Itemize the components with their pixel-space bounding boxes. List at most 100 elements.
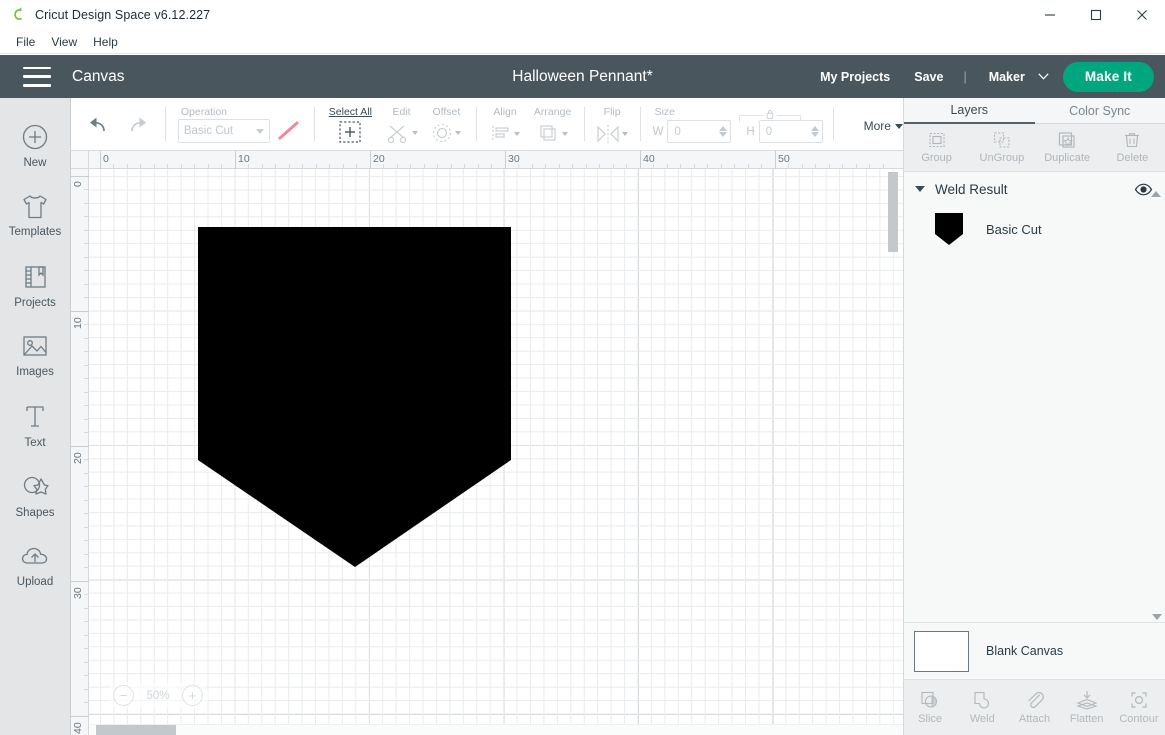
canvas-thumbnail: [914, 630, 969, 672]
align-button[interactable]: Align: [483, 98, 528, 151]
maximize-button[interactable]: [1073, 0, 1119, 30]
arrange-button[interactable]: Arrange: [527, 98, 577, 151]
arrange-icon: [539, 125, 556, 141]
zoom-in-button[interactable]: +: [182, 685, 203, 706]
sidebar-item-label: Images: [16, 365, 54, 378]
sidebar-item-text[interactable]: Text: [0, 390, 70, 460]
height-stepper[interactable]: [810, 126, 819, 137]
nav-canvas-label[interactable]: Canvas: [72, 68, 125, 86]
chevron-down-icon: [411, 131, 418, 135]
attach-button[interactable]: Attach: [1008, 690, 1060, 725]
flip-button[interactable]: Flip: [591, 98, 634, 151]
contour-icon: [1131, 692, 1147, 708]
pennant-shape[interactable]: [198, 227, 513, 569]
more-label: More: [863, 119, 891, 133]
chevron-down-icon: [455, 131, 462, 135]
close-button[interactable]: [1119, 0, 1165, 30]
ruler-h-label: 40: [643, 153, 655, 165]
ruler-v-label: 20: [72, 452, 84, 464]
sidebar-item-new[interactable]: New: [0, 110, 70, 180]
zoom-out-button[interactable]: −: [113, 685, 134, 706]
layer-group-row[interactable]: Weld Result: [904, 172, 1165, 206]
toolbar-divider: [165, 107, 166, 141]
sidebar-item-label: Text: [24, 436, 46, 449]
width-input[interactable]: 0: [667, 120, 732, 143]
line-color-swatch[interactable]: [276, 119, 302, 143]
toolbar-divider: [832, 107, 834, 141]
tab-color-sync[interactable]: Color Sync: [1034, 98, 1165, 124]
undo-arrow-icon[interactable]: [87, 114, 111, 136]
height-input[interactable]: 0: [758, 120, 823, 143]
flatten-button[interactable]: Flatten: [1061, 690, 1113, 725]
canvas-vertical-scrollbar[interactable]: [888, 170, 898, 730]
sidebar-item-templates[interactable]: Templates: [0, 180, 70, 250]
machine-selector-label[interactable]: Maker: [975, 70, 1030, 84]
top-navigation-bar: Canvas Halloween Pennant* My Projects Sa…: [0, 55, 1165, 98]
layers-scrollbar[interactable]: [1151, 174, 1162, 620]
width-stepper[interactable]: [719, 126, 728, 137]
offset-icon: [433, 123, 452, 143]
toolbar-divider: [583, 107, 585, 141]
canvas-area[interactable]: 0 10 20 30 40 50 0 10 20 30 40 − 50% +: [71, 151, 903, 735]
menu-help[interactable]: Help: [85, 33, 126, 51]
window-controls: [1027, 0, 1165, 30]
sidebar-item-upload[interactable]: Upload: [0, 530, 70, 600]
contour-button[interactable]: Contour: [1113, 690, 1165, 725]
chevron-down-icon: [514, 132, 521, 136]
menu-view[interactable]: View: [43, 33, 85, 51]
redo-arrow-icon[interactable]: [125, 114, 149, 136]
operation-group: Operation Basic Cut: [172, 98, 308, 151]
size-group: Size W 0 H 0: [647, 98, 823, 151]
weld-button[interactable]: Weld: [956, 690, 1008, 725]
caret-down-icon[interactable]: [915, 186, 925, 192]
chevron-down-icon: [561, 131, 568, 136]
scrollbar-thumb[interactable]: [96, 725, 176, 735]
menu-bar: File View Help: [0, 30, 1165, 54]
cutting-mat[interactable]: [89, 169, 903, 729]
hamburger-icon[interactable]: [23, 66, 51, 87]
slice-button[interactable]: Slice: [904, 690, 956, 725]
op-label: Slice: [918, 713, 943, 725]
sidebar-item-projects[interactable]: Projects: [0, 250, 70, 320]
right-panel: Layers Color Sync Group UnGroup Duplicat…: [903, 98, 1165, 735]
sidebar-item-label: New: [23, 156, 47, 169]
my-projects-button[interactable]: My Projects: [808, 70, 902, 84]
duplicate-icon: [1059, 132, 1075, 148]
zoom-level-value: 50%: [146, 689, 170, 702]
group-button[interactable]: Group: [904, 124, 969, 171]
op-label: Flatten: [1069, 713, 1104, 725]
tshirt-icon: [23, 194, 47, 218]
offset-button[interactable]: Offset: [423, 98, 470, 151]
select-all-button[interactable]: Select All: [321, 98, 380, 151]
canvas-layer-row[interactable]: Blank Canvas: [904, 623, 1165, 680]
scrollbar-thumb[interactable]: [888, 172, 898, 252]
canvas-horizontal-scrollbar[interactable]: [90, 724, 903, 735]
menu-file[interactable]: File: [8, 33, 43, 51]
duplicate-button[interactable]: Duplicate: [1035, 124, 1100, 171]
shape-operations-row: Slice Weld Attach Flatten Contour: [904, 680, 1165, 735]
save-button[interactable]: Save: [902, 70, 955, 84]
delete-button[interactable]: Delete: [1100, 124, 1165, 171]
sidebar-item-images[interactable]: Images: [0, 320, 70, 390]
ruler-h-label: 30: [508, 153, 520, 165]
action-label: Duplicate: [1044, 152, 1091, 164]
height-label: H: [746, 125, 755, 138]
edit-toolbar: Operation Basic Cut Select All Edit Offs…: [71, 98, 903, 151]
scroll-down-icon[interactable]: [1151, 614, 1162, 620]
operation-select[interactable]: Basic Cut: [177, 119, 270, 143]
tab-layers[interactable]: Layers: [904, 98, 1035, 124]
layer-actions-row: Group UnGroup Duplicate Delete: [904, 124, 1165, 172]
ungroup-button[interactable]: UnGroup: [969, 124, 1034, 171]
more-button[interactable]: More: [864, 119, 903, 133]
sidebar-item-shapes[interactable]: Shapes: [0, 460, 70, 530]
make-it-button[interactable]: Make It: [1062, 61, 1154, 92]
chevron-down-icon[interactable]: [1038, 73, 1049, 80]
nav-right-group: My Projects Save | Maker Make It: [808, 61, 1154, 92]
scroll-up-icon[interactable]: [1151, 174, 1161, 197]
minimize-button[interactable]: [1027, 0, 1073, 30]
action-label: UnGroup: [979, 152, 1025, 164]
zoom-control: − 50% +: [107, 682, 209, 709]
vertical-ruler: 0 10 20 30 40: [71, 151, 89, 735]
edit-button[interactable]: Edit: [380, 98, 423, 151]
layer-row[interactable]: Basic Cut: [904, 206, 1165, 252]
